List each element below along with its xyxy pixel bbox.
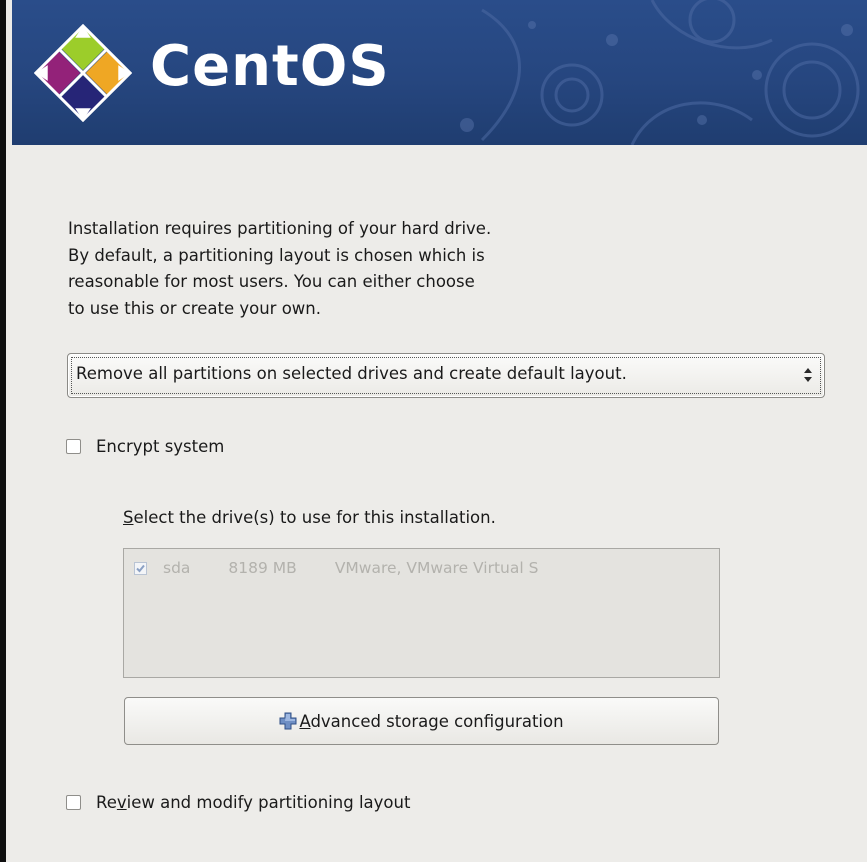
review-layout-row[interactable]: Review and modify partitioning layout (66, 793, 410, 812)
encrypt-system-row[interactable]: Encrypt system (66, 437, 224, 456)
advanced-storage-label-text: dvanced storage configuration (310, 711, 564, 731)
drive-size: 8189 MB (228, 559, 297, 577)
review-label-pre: Re (96, 793, 117, 812)
intro-line: By default, a partitioning layout is cho… (68, 245, 485, 265)
review-layout-label: Review and modify partitioning layout (96, 793, 410, 812)
installer-window: CentOS Installation requires partitionin… (0, 0, 867, 862)
mnemonic-letter: A (299, 711, 311, 731)
drive-name: sda (163, 559, 191, 577)
centos-banner: CentOS (12, 0, 867, 145)
banner-swirl-decoration (460, 0, 860, 145)
drive-selection-label: Select the drive(s) to use for this inst… (123, 508, 496, 527)
drive-selection-label-text: elect the drive(s) to use for this insta… (133, 508, 496, 527)
centos-logo-icon (34, 24, 132, 122)
encrypt-system-checkbox[interactable] (66, 439, 81, 454)
intro-line: to use this or create your own. (68, 298, 321, 318)
review-layout-checkbox[interactable] (66, 795, 81, 810)
advanced-storage-label: Advanced storage configuration (299, 712, 563, 731)
advanced-storage-button[interactable]: Advanced storage configuration (124, 697, 719, 745)
drive-checkbox[interactable] (134, 561, 147, 575)
mnemonic-letter: S (123, 508, 134, 527)
list-item[interactable]: sda 8189 MB VMware, VMware Virtual S (134, 559, 538, 577)
partition-layout-select[interactable]: Remove all partitions on selected drives… (67, 353, 825, 398)
encrypt-system-label: Encrypt system (96, 437, 225, 456)
intro-text: Installation requires partitioning of yo… (68, 216, 628, 322)
drive-list[interactable]: sda 8189 MB VMware, VMware Virtual S (123, 548, 720, 678)
partition-layout-value: Remove all partitions on selected drives… (76, 364, 627, 383)
intro-line: Installation requires partitioning of yo… (68, 219, 492, 238)
updown-arrows-icon (804, 368, 812, 382)
checkmark-icon (136, 564, 145, 572)
brand-name: CentOS (150, 34, 390, 99)
drive-model: VMware, VMware Virtual S (334, 559, 539, 577)
mnemonic-letter: v (116, 793, 127, 812)
add-plus-icon (279, 712, 297, 730)
intro-line: reasonable for most users. You can eithe… (68, 272, 475, 291)
review-label-post: iew and modify partitioning layout (126, 793, 411, 812)
